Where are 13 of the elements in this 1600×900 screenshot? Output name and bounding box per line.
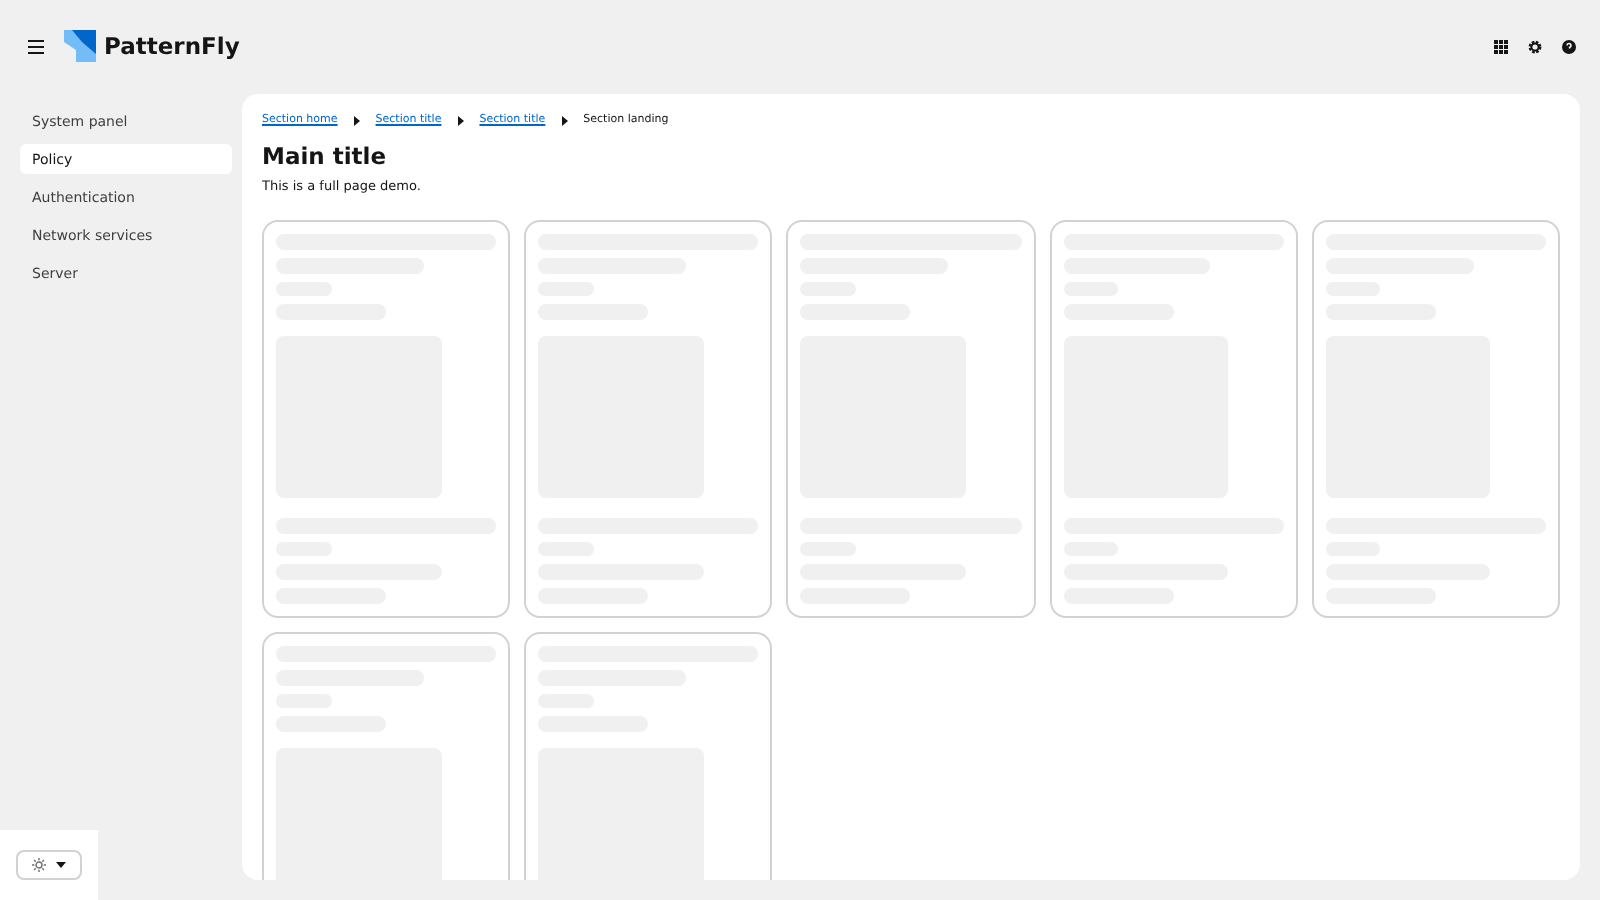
caret-icon [56, 862, 66, 868]
help-icon[interactable] [1562, 39, 1576, 53]
page-title: Main title [262, 142, 389, 170]
chevron-icon [353, 115, 360, 125]
chevron-icon [561, 115, 568, 125]
brand-name: PatternFly [104, 32, 240, 60]
menu-button[interactable] [24, 35, 48, 57]
logo-icon [64, 30, 96, 62]
sun-icon [32, 858, 46, 872]
settings-icon[interactable] [1528, 39, 1542, 53]
theme-toggle[interactable] [16, 850, 82, 880]
grid-icon[interactable] [1494, 39, 1508, 53]
chevron-icon [457, 115, 464, 125]
